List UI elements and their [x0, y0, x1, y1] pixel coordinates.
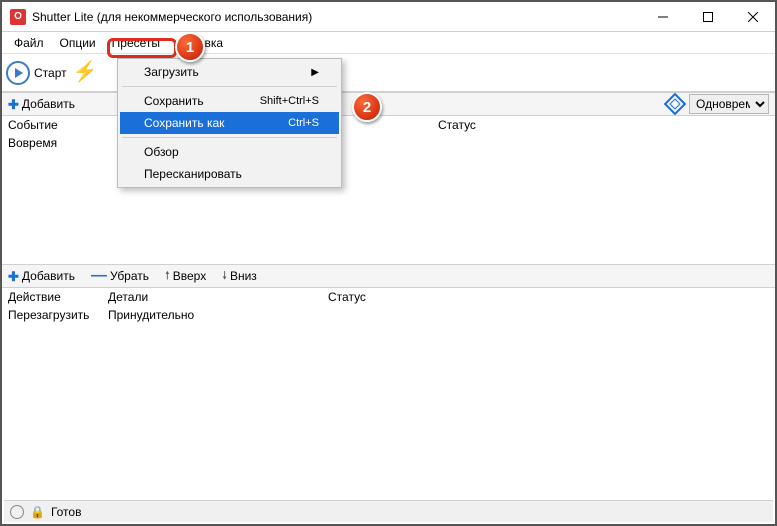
bolt-icon[interactable]: ⚡: [73, 62, 93, 84]
action-row[interactable]: Перезагрузить Принудительно: [2, 306, 775, 324]
move-down-button[interactable]: 🠗Вниз: [222, 267, 257, 286]
annotation-marker-2: 2: [352, 92, 382, 122]
header-status2[interactable]: Статус: [328, 290, 548, 304]
status-text: Готов: [51, 505, 82, 519]
start-label[interactable]: Старт: [34, 66, 67, 80]
dd-save[interactable]: Сохранить Shift+Ctrl+S: [120, 90, 339, 112]
header-details[interactable]: Детали: [108, 290, 328, 304]
menu-options[interactable]: Опции: [52, 34, 104, 52]
remove-action-button[interactable]: —Убрать: [91, 268, 149, 284]
menubar: Файл Опции Пресеты Справка: [2, 32, 775, 54]
app-icon: O: [10, 9, 26, 25]
dd-browse[interactable]: Обзор: [120, 141, 339, 163]
mode-select[interactable]: Одноврем: [689, 94, 769, 114]
actions-action-bar: ✚Добавить —Убрать 🠕Вверх 🠗Вниз: [2, 264, 775, 288]
actions-headers: Действие Детали Статус: [2, 288, 775, 306]
actions-panel: Действие Детали Статус Перезагрузить При…: [2, 288, 775, 324]
dd-separator: [122, 86, 337, 87]
dd-rescan[interactable]: Пересканировать: [120, 163, 339, 185]
start-icon[interactable]: [6, 61, 30, 85]
arrow-down-icon: 🠗: [222, 267, 227, 286]
minimize-button[interactable]: [640, 2, 685, 32]
minus-icon: —: [91, 268, 107, 284]
window-title: Shutter Lite (для некоммерческого исполь…: [32, 10, 640, 24]
presets-dropdown: Загрузить ▶ Сохранить Shift+Ctrl+S Сохра…: [117, 58, 342, 188]
add-event-label: Добавить: [22, 97, 75, 111]
plus-icon: ✚: [8, 98, 19, 111]
annotation-marker-1: 1: [175, 32, 205, 62]
lock-icon: 🔒: [30, 505, 45, 519]
status-icon: [10, 505, 24, 519]
dd-save-as[interactable]: Сохранить как Ctrl+S: [120, 112, 339, 134]
titlebar: O Shutter Lite (для некоммерческого испо…: [2, 2, 775, 32]
menu-presets[interactable]: Пресеты: [104, 34, 168, 52]
event-cell: Вовремя: [8, 136, 108, 150]
submenu-arrow-icon: ▶: [311, 67, 319, 78]
dd-separator: [122, 137, 337, 138]
details-cell: Принудительно: [108, 308, 328, 322]
diamond-icon: [664, 93, 687, 116]
statusbar: 🔒 Готов: [4, 500, 773, 522]
add-event-button[interactable]: ✚ Добавить: [8, 97, 75, 111]
dd-load[interactable]: Загрузить ▶: [120, 61, 339, 83]
action-cell: Перезагрузить: [8, 308, 108, 322]
arrow-up-icon: 🠕: [165, 267, 170, 286]
header-event[interactable]: Событие: [8, 118, 108, 132]
plus-icon: ✚: [8, 270, 19, 283]
maximize-button[interactable]: [685, 2, 730, 32]
move-up-button[interactable]: 🠕Вверх: [165, 267, 206, 286]
menu-file[interactable]: Файл: [6, 34, 52, 52]
add-action-button[interactable]: ✚Добавить: [8, 269, 75, 283]
close-button[interactable]: [730, 2, 775, 32]
header-action[interactable]: Действие: [8, 290, 108, 304]
header-status[interactable]: Статус: [438, 118, 658, 132]
